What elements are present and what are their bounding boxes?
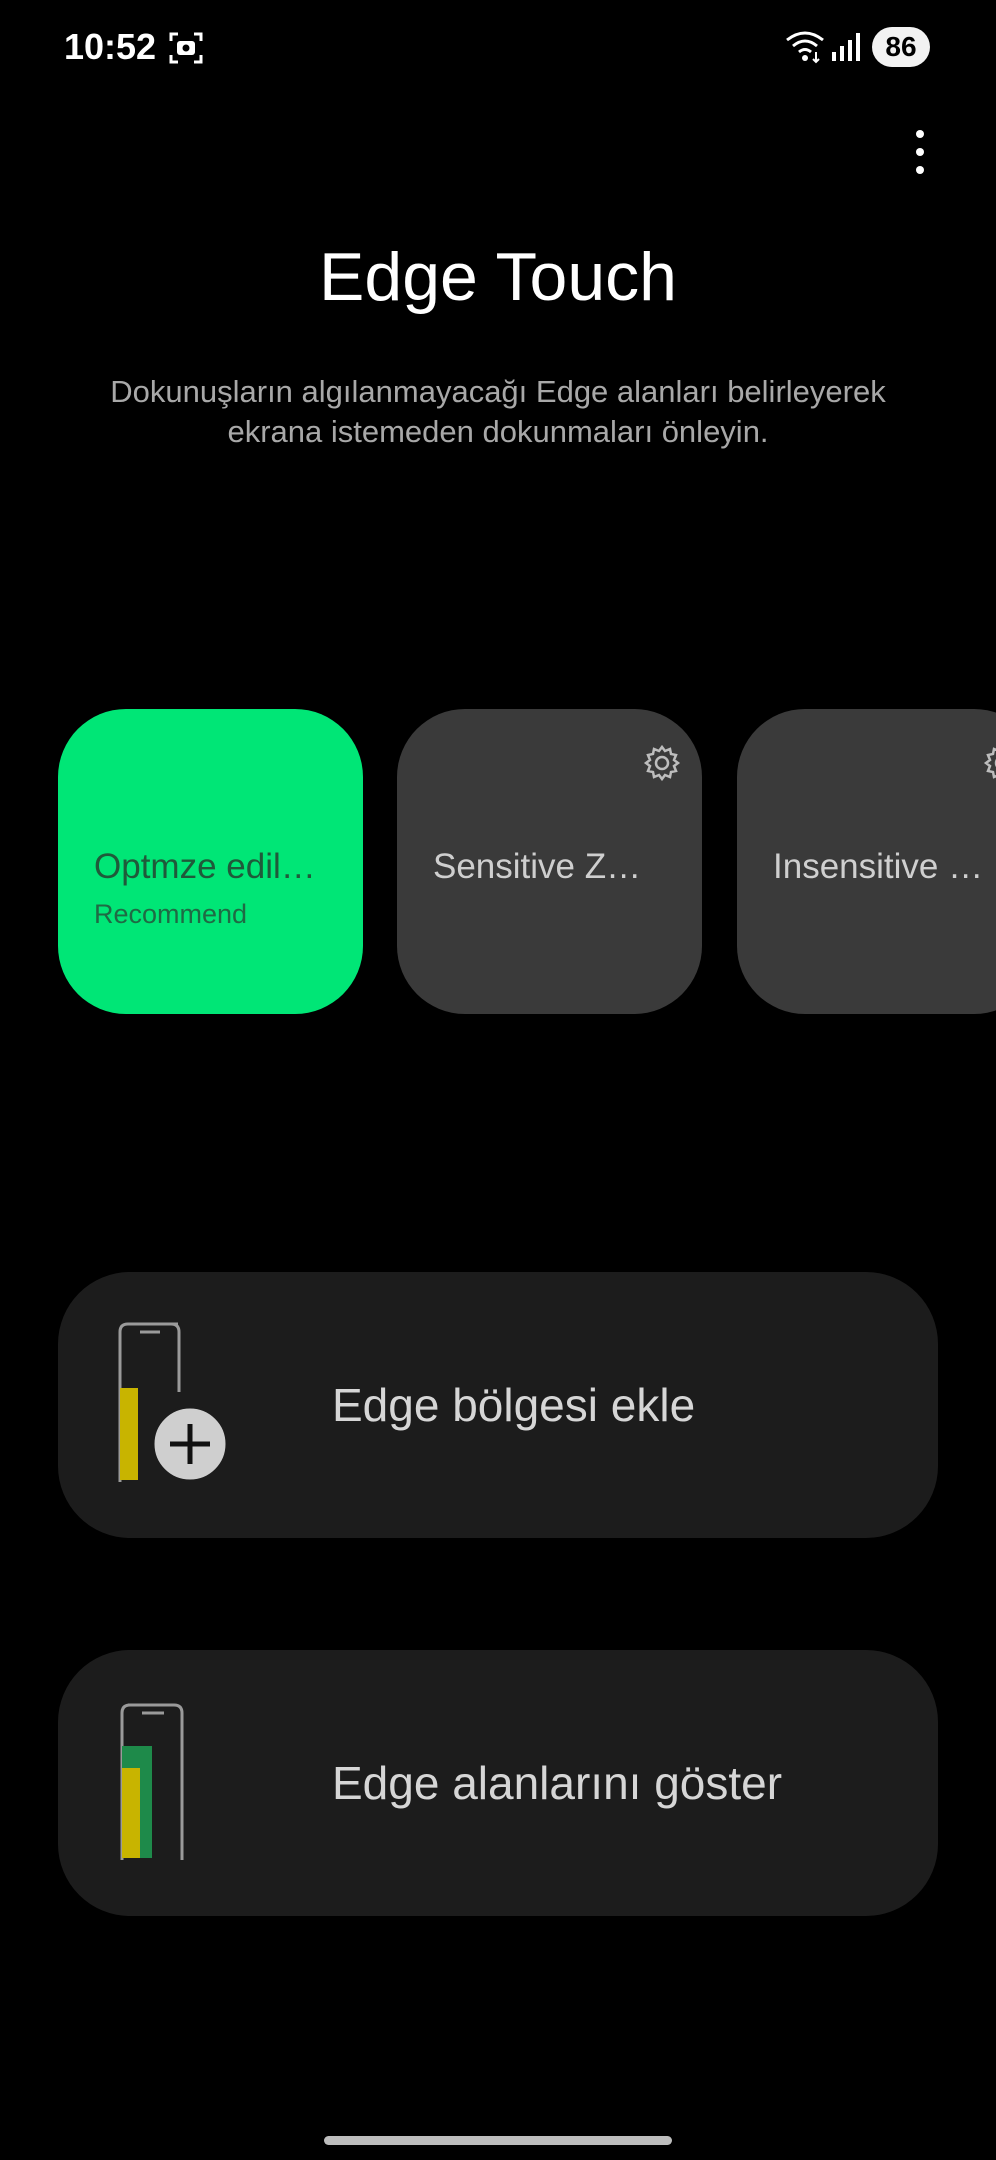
- add-edge-zone-label: Edge bölgesi ekle: [332, 1379, 696, 1431]
- phone-add-zone-icon: [108, 1322, 248, 1497]
- wifi-icon: [785, 30, 825, 69]
- battery-indicator: 86: [872, 27, 930, 67]
- gear-icon[interactable]: [982, 743, 996, 788]
- status-bar: 10:52 86: [0, 0, 996, 96]
- show-edge-zones-label: Edge alanlarını göster: [332, 1757, 783, 1809]
- mode-card-label: Insensitive …: [773, 847, 984, 886]
- mode-card-insensitive-zone[interactable]: Insensitive …: [737, 709, 996, 1014]
- page-title: Edge Touch: [319, 239, 677, 315]
- more-icon-dot: [916, 166, 924, 174]
- recommend-badge: Recommend: [94, 899, 248, 929]
- screenshot-icon: [168, 30, 204, 71]
- show-edge-zones-button[interactable]: Edge alanlarını göster: [58, 1650, 938, 1916]
- mode-card-label: Optmze edil…: [94, 847, 316, 886]
- page-description: Dokunuşların algılanmayacağı Edge alanla…: [110, 374, 886, 449]
- mode-card-optimized[interactable]: Optmze edil… Recommend: [58, 709, 363, 1014]
- add-edge-zone-button[interactable]: Edge bölgesi ekle: [58, 1272, 938, 1538]
- mode-card-sensitive-zone[interactable]: Sensitive Z…: [397, 709, 702, 1014]
- more-icon-dot: [916, 148, 924, 156]
- signal-icon: [831, 32, 863, 67]
- more-options-button[interactable]: [890, 120, 950, 184]
- mode-card-label: Sensitive Z…: [433, 847, 642, 886]
- status-time: 10:52: [64, 26, 157, 67]
- phone-show-zones-icon: [108, 1700, 248, 1875]
- more-icon-dot: [916, 130, 924, 138]
- gear-icon[interactable]: [642, 743, 682, 788]
- home-indicator[interactable]: [324, 2136, 672, 2145]
